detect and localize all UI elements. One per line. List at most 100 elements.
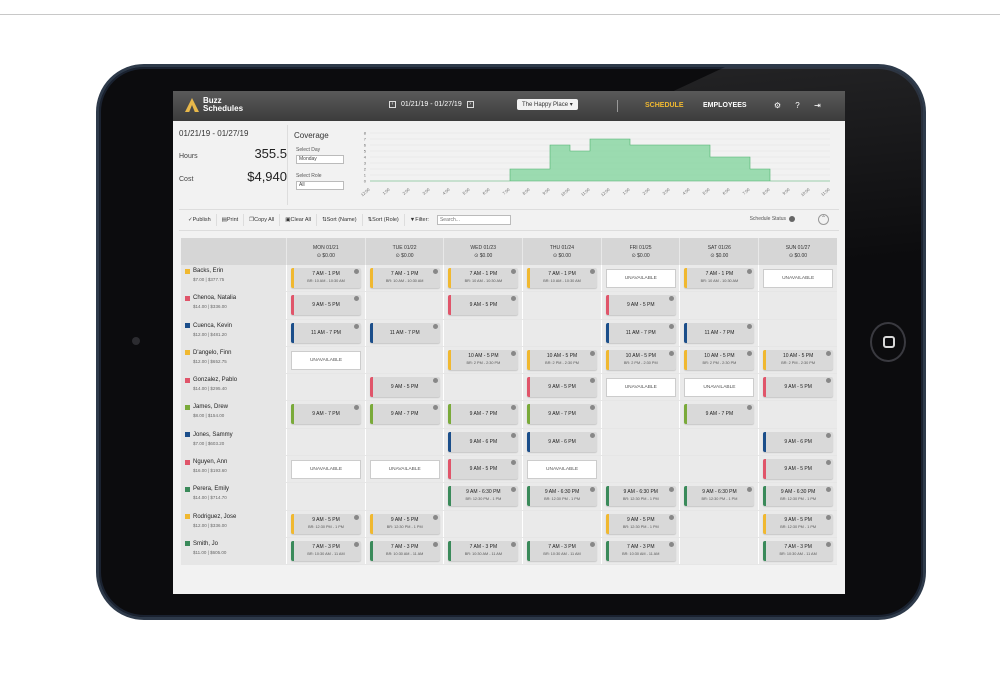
schedule-cell[interactable]: 7 AM - 1 PM BR: 10 AM - 10:30 AM: [286, 265, 365, 292]
shift-block[interactable]: 10 AM - 5 PM BR: 2 PM - 2:30 PM: [605, 349, 676, 370]
schedule-cell[interactable]: [522, 510, 601, 537]
schedule-cell[interactable]: 10 AM - 5 PM BR: 2 PM - 2:30 PM: [443, 346, 523, 374]
employee-info[interactable]: Chenoa, Natalia $14.00 | $336.00: [181, 292, 286, 319]
shift-block[interactable]: 9 AM - 6:30 PM BR: 12:30 PM - 1 PM: [605, 486, 676, 507]
home-button[interactable]: [870, 322, 906, 362]
print-button[interactable]: ▤Print: [217, 214, 245, 226]
remove-shift-icon[interactable]: [590, 432, 596, 438]
shift-block[interactable]: 9 AM - 5 PM: [448, 459, 519, 480]
remove-shift-icon[interactable]: [432, 378, 438, 384]
schedule-cell[interactable]: 10 AM - 5 PM BR: 2 PM - 2:30 PM: [522, 346, 601, 374]
schedule-cell[interactable]: 9 AM - 7 PM: [522, 401, 601, 428]
remove-shift-icon[interactable]: [432, 541, 438, 547]
shift-block[interactable]: 10 AM - 5 PM BR: 2 PM - 2:30 PM: [763, 349, 834, 370]
remove-shift-icon[interactable]: [511, 296, 517, 302]
remove-shift-icon[interactable]: [668, 487, 674, 493]
schedule-cell[interactable]: 7 AM - 3 PM BR: 10:30 AM - 11 AM: [443, 537, 523, 565]
remove-shift-icon[interactable]: [590, 405, 596, 411]
remove-shift-icon[interactable]: [826, 460, 832, 466]
copy-all-button[interactable]: ❐Copy All: [244, 214, 281, 226]
schedule-cell[interactable]: 7 AM - 3 PM BR: 10:30 AM - 11 AM: [522, 537, 601, 565]
schedule-cell[interactable]: 9 AM - 5 PM: [286, 292, 365, 319]
schedule-cell[interactable]: 7 AM - 3 PM BR: 10:30 AM - 11 AM: [758, 537, 837, 565]
schedule-cell[interactable]: [679, 537, 759, 565]
schedule-cell[interactable]: [758, 401, 837, 428]
remove-shift-icon[interactable]: [590, 350, 596, 356]
shift-block[interactable]: 7 AM - 1 PM BR: 10 AM - 10:30 AM: [684, 268, 755, 288]
shift-block[interactable]: 11 AM - 7 PM: [684, 322, 755, 343]
shift-block[interactable]: 9 AM - 5 PM BR: 12:30 PM - 1 PM: [605, 513, 676, 534]
schedule-cell[interactable]: [758, 319, 837, 346]
schedule-cell[interactable]: [364, 346, 444, 374]
next-week-icon[interactable]: ›: [466, 101, 474, 108]
schedule-cell[interactable]: 9 AM - 7 PM: [679, 401, 759, 428]
collapse-icon[interactable]: ⌃: [818, 214, 829, 225]
schedule-cell[interactable]: 9 AM - 7 PM: [443, 401, 523, 428]
shift-block[interactable]: 11 AM - 7 PM: [369, 322, 440, 343]
schedule-cell[interactable]: 9 AM - 5 PM: [364, 374, 444, 401]
schedule-cell[interactable]: [679, 456, 759, 483]
schedule-cell[interactable]: 9 AM - 6:30 PM BR: 12:30 PM - 1 PM: [758, 483, 837, 510]
remove-shift-icon[interactable]: [590, 378, 596, 384]
schedule-cell[interactable]: [443, 510, 523, 537]
shift-block[interactable]: 10 AM - 5 PM BR: 2 PM - 2:30 PM: [448, 349, 519, 370]
schedule-cell[interactable]: [679, 510, 759, 537]
schedule-cell[interactable]: 9 AM - 5 PM: [600, 292, 680, 319]
location-select[interactable]: The Happy Place ▾: [517, 99, 578, 110]
shift-block[interactable]: 9 AM - 6:30 PM BR: 12:30 PM - 1 PM: [763, 486, 834, 507]
shift-block[interactable]: 9 AM - 5 PM: [527, 377, 598, 398]
employee-info[interactable]: Smith, Jo $11.00 | $605.00: [181, 537, 286, 565]
schedule-cell[interactable]: [522, 292, 601, 319]
schedule-cell[interactable]: 9 AM - 5 PM: [443, 456, 523, 483]
remove-shift-icon[interactable]: [747, 269, 753, 274]
clear-all-button[interactable]: ▣Clear All: [280, 214, 317, 226]
employee-info[interactable]: Jones, Sammy $7.00 | $603.20: [181, 428, 286, 456]
shift-block[interactable]: 9 AM - 5 PM BR: 12:30 PM - 1 PM: [291, 513, 361, 534]
schedule-cell[interactable]: 9 AM - 6 PM: [443, 428, 523, 456]
shift-block[interactable]: 9 AM - 7 PM: [448, 404, 519, 425]
schedule-cell[interactable]: 9 AM - 6:30 PM BR: 12:30 PM - 1 PM: [443, 483, 523, 510]
shift-block[interactable]: 10 AM - 5 PM BR: 2 PM - 2:30 PM: [684, 349, 755, 370]
remove-shift-icon[interactable]: [826, 432, 832, 438]
employee-info[interactable]: Cuenca, Kevin $12.00 | $481.20: [181, 319, 286, 346]
schedule-cell[interactable]: 9 AM - 6 PM: [758, 428, 837, 456]
remove-shift-icon[interactable]: [511, 460, 517, 466]
schedule-cell[interactable]: 11 AM - 7 PM: [679, 319, 759, 346]
schedule-cell[interactable]: 9 AM - 5 PM: [522, 374, 601, 401]
shift-block[interactable]: 9 AM - 6 PM: [763, 431, 834, 452]
remove-shift-icon[interactable]: [354, 296, 359, 302]
shift-block[interactable]: 9 AM - 5 PM: [763, 377, 834, 398]
schedule-cell[interactable]: 10 AM - 5 PM BR: 2 PM - 2:30 PM: [679, 346, 759, 374]
schedule-cell[interactable]: [364, 292, 444, 319]
sort-role-button[interactable]: ⇅Sort (Role): [363, 214, 405, 226]
employee-info[interactable]: Perera, Emily $14.00 | $714.70: [181, 483, 286, 510]
employee-info[interactable]: Gonzalez, Pablo $14.00 | $295.40: [181, 374, 286, 401]
remove-shift-icon[interactable]: [826, 350, 832, 356]
help-icon[interactable]: ?: [793, 101, 802, 110]
schedule-cell[interactable]: 9 AM - 5 PM: [443, 292, 523, 319]
schedule-cell[interactable]: UNAVAILABLE: [286, 456, 365, 483]
schedule-cell[interactable]: UNAVAILABLE: [286, 346, 365, 374]
remove-shift-icon[interactable]: [826, 487, 832, 493]
schedule-cell[interactable]: 9 AM - 5 PM: [758, 374, 837, 401]
remove-shift-icon[interactable]: [432, 514, 438, 520]
schedule-cell[interactable]: 7 AM - 3 PM BR: 10:30 AM - 11 AM: [286, 537, 365, 565]
remove-shift-icon[interactable]: [668, 541, 674, 547]
shift-block[interactable]: 7 AM - 1 PM BR: 10 AM - 10:30 AM: [291, 268, 361, 288]
remove-shift-icon[interactable]: [511, 432, 517, 438]
remove-shift-icon[interactable]: [511, 269, 517, 274]
schedule-cell[interactable]: 9 AM - 6:30 PM BR: 12:30 PM - 1 PM: [522, 483, 601, 510]
shift-block[interactable]: 9 AM - 6 PM: [448, 431, 519, 452]
shift-block[interactable]: 9 AM - 6:30 PM BR: 12:30 PM - 1 PM: [448, 486, 519, 507]
schedule-cell[interactable]: [600, 456, 680, 483]
remove-shift-icon[interactable]: [590, 541, 596, 547]
remove-shift-icon[interactable]: [511, 541, 517, 547]
schedule-cell[interactable]: [522, 319, 601, 346]
remove-shift-icon[interactable]: [354, 541, 359, 547]
remove-shift-icon[interactable]: [354, 323, 359, 329]
remove-shift-icon[interactable]: [668, 296, 674, 302]
employee-info[interactable]: Rodriguez, Jose $12.00 | $336.00: [181, 510, 286, 537]
schedule-cell[interactable]: 11 AM - 7 PM: [286, 319, 365, 346]
schedule-cell[interactable]: 9 AM - 5 PM BR: 12:30 PM - 1 PM: [600, 510, 680, 537]
remove-shift-icon[interactable]: [354, 514, 359, 520]
